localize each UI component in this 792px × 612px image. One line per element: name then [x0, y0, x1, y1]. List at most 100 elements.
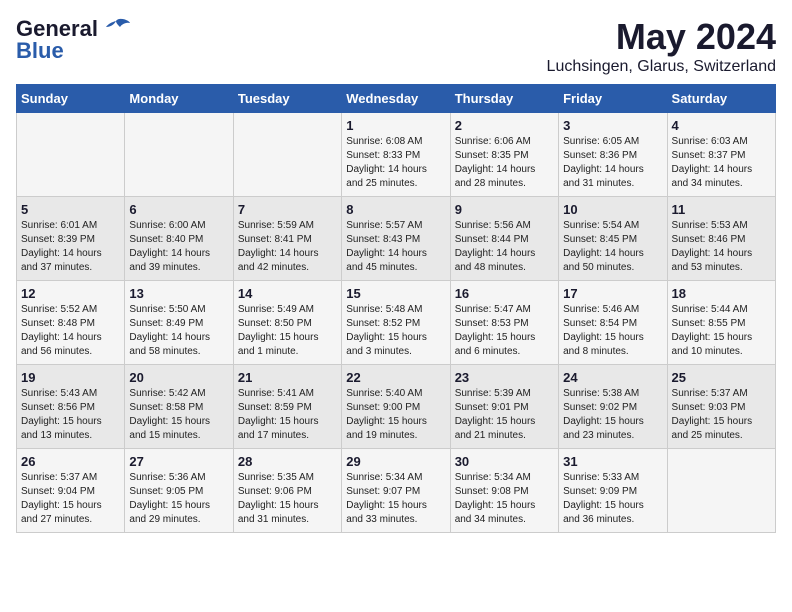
calendar-cell: 5 Sunrise: 6:01 AM Sunset: 8:39 PM Daylig… — [17, 197, 125, 281]
day-info: Sunrise: 6:00 AM Sunset: 8:40 PM Dayligh… — [129, 219, 228, 275]
day-number: 18 — [672, 286, 771, 301]
day-info: Sunrise: 5:50 AM Sunset: 8:49 PM Dayligh… — [129, 303, 228, 359]
day-info: Sunrise: 5:48 AM Sunset: 8:52 PM Dayligh… — [346, 303, 445, 359]
day-info: Sunrise: 5:47 AM Sunset: 8:53 PM Dayligh… — [455, 303, 554, 359]
calendar-cell: 25Sunrise: 5:37 AM Sunset: 9:03 PM Dayli… — [667, 365, 775, 449]
calendar-cell: 21Sunrise: 5:41 AM Sunset: 8:59 PM Dayli… — [233, 365, 341, 449]
calendar-cell: 2 Sunrise: 6:06 AM Sunset: 8:35 PM Daylig… — [450, 113, 558, 197]
day-number: 31 — [563, 454, 662, 469]
day-number: 23 — [455, 370, 554, 385]
day-info: Sunrise: 5:56 AM Sunset: 8:44 PM Dayligh… — [455, 219, 554, 275]
day-info: Sunrise: 6:05 AM Sunset: 8:36 PM Dayligh… — [563, 135, 662, 191]
calendar-cell: 13 Sunrise: 5:50 AM Sunset: 8:49 PM Dayli… — [125, 281, 233, 365]
day-number: 17 — [563, 286, 662, 301]
calendar-cell: 7Sunrise: 5:59 AM Sunset: 8:41 PM Daylig… — [233, 197, 341, 281]
calendar-cell: 4Sunrise: 6:03 AM Sunset: 8:37 PM Daylig… — [667, 113, 775, 197]
day-number: 30 — [455, 454, 554, 469]
day-of-week-header: Sunday — [17, 85, 125, 113]
day-number: 27 — [129, 454, 228, 469]
logo-bird-icon — [102, 17, 130, 41]
day-info: Sunrise: 5:46 AM Sunset: 8:54 PM Dayligh… — [563, 303, 662, 359]
calendar-cell: 22 Sunrise: 5:40 AM Sunset: 9:00 PM Dayli… — [342, 365, 450, 449]
calendar-week-row: 1Sunrise: 6:08 AM Sunset: 8:33 PM Daylig… — [17, 113, 776, 197]
day-info: Sunrise: 5:39 AM Sunset: 9:01 PM Dayligh… — [455, 387, 554, 443]
calendar-header-row: SundayMondayTuesdayWednesdayThursdayFrid… — [17, 85, 776, 113]
calendar-week-row: 5 Sunrise: 6:01 AM Sunset: 8:39 PM Daylig… — [17, 197, 776, 281]
day-info: Sunrise: 5:35 AM Sunset: 9:06 PM Dayligh… — [238, 471, 337, 527]
calendar-cell: 16 Sunrise: 5:47 AM Sunset: 8:53 PM Dayli… — [450, 281, 558, 365]
day-number: 2 — [455, 118, 554, 133]
calendar-cell: 11Sunrise: 5:53 AM Sunset: 8:46 PM Dayli… — [667, 197, 775, 281]
day-info: Sunrise: 5:52 AM Sunset: 8:48 PM Dayligh… — [21, 303, 120, 359]
day-info: Sunrise: 6:03 AM Sunset: 8:37 PM Dayligh… — [672, 135, 771, 191]
day-of-week-header: Monday — [125, 85, 233, 113]
calendar-cell: 20 Sunrise: 5:42 AM Sunset: 8:58 PM Dayli… — [125, 365, 233, 449]
day-number: 28 — [238, 454, 337, 469]
day-number: 13 — [129, 286, 228, 301]
day-number: 25 — [672, 370, 771, 385]
day-of-week-header: Wednesday — [342, 85, 450, 113]
calendar-cell: 31 Sunrise: 5:33 AM Sunset: 9:09 PM Dayli… — [559, 449, 667, 533]
day-info: Sunrise: 5:38 AM Sunset: 9:02 PM Dayligh… — [563, 387, 662, 443]
day-number: 5 — [21, 202, 120, 217]
logo: General Blue — [16, 16, 130, 64]
day-number: 1 — [346, 118, 445, 133]
calendar-cell — [233, 113, 341, 197]
day-info: Sunrise: 6:06 AM Sunset: 8:35 PM Dayligh… — [455, 135, 554, 191]
day-number: 20 — [129, 370, 228, 385]
day-number: 15 — [346, 286, 445, 301]
day-number: 7 — [238, 202, 337, 217]
calendar-table: SundayMondayTuesdayWednesdayThursdayFrid… — [16, 84, 776, 533]
subtitle: Luchsingen, Glarus, Switzerland — [547, 58, 776, 76]
logo-blue-text: Blue — [16, 38, 64, 64]
day-info: Sunrise: 5:33 AM Sunset: 9:09 PM Dayligh… — [563, 471, 662, 527]
day-number: 24 — [563, 370, 662, 385]
day-info: Sunrise: 5:34 AM Sunset: 9:07 PM Dayligh… — [346, 471, 445, 527]
calendar-cell: 10Sunrise: 5:54 AM Sunset: 8:45 PM Dayli… — [559, 197, 667, 281]
day-number: 12 — [21, 286, 120, 301]
day-info: Sunrise: 5:57 AM Sunset: 8:43 PM Dayligh… — [346, 219, 445, 275]
calendar-cell: 6 Sunrise: 6:00 AM Sunset: 8:40 PM Daylig… — [125, 197, 233, 281]
day-of-week-header: Friday — [559, 85, 667, 113]
day-number: 3 — [563, 118, 662, 133]
day-of-week-header: Saturday — [667, 85, 775, 113]
day-info: Sunrise: 5:40 AM Sunset: 9:00 PM Dayligh… — [346, 387, 445, 443]
day-info: Sunrise: 5:54 AM Sunset: 8:45 PM Dayligh… — [563, 219, 662, 275]
day-number: 22 — [346, 370, 445, 385]
day-number: 16 — [455, 286, 554, 301]
day-info: Sunrise: 5:42 AM Sunset: 8:58 PM Dayligh… — [129, 387, 228, 443]
calendar-cell: 29Sunrise: 5:34 AM Sunset: 9:07 PM Dayli… — [342, 449, 450, 533]
calendar-cell: 30 Sunrise: 5:34 AM Sunset: 9:08 PM Dayli… — [450, 449, 558, 533]
calendar-cell: 28 Sunrise: 5:35 AM Sunset: 9:06 PM Dayli… — [233, 449, 341, 533]
calendar-cell — [667, 449, 775, 533]
day-number: 14 — [238, 286, 337, 301]
day-info: Sunrise: 5:53 AM Sunset: 8:46 PM Dayligh… — [672, 219, 771, 275]
day-number: 6 — [129, 202, 228, 217]
day-number: 19 — [21, 370, 120, 385]
day-of-week-header: Tuesday — [233, 85, 341, 113]
calendar-cell: 17 Sunrise: 5:46 AM Sunset: 8:54 PM Dayli… — [559, 281, 667, 365]
day-info: Sunrise: 5:41 AM Sunset: 8:59 PM Dayligh… — [238, 387, 337, 443]
calendar-week-row: 12 Sunrise: 5:52 AM Sunset: 8:48 PM Dayli… — [17, 281, 776, 365]
day-of-week-header: Thursday — [450, 85, 558, 113]
calendar-cell: 15 Sunrise: 5:48 AM Sunset: 8:52 PM Dayli… — [342, 281, 450, 365]
day-info: Sunrise: 5:43 AM Sunset: 8:56 PM Dayligh… — [21, 387, 120, 443]
calendar-cell — [125, 113, 233, 197]
calendar-cell: 12 Sunrise: 5:52 AM Sunset: 8:48 PM Dayli… — [17, 281, 125, 365]
calendar-cell: 9 Sunrise: 5:56 AM Sunset: 8:44 PM Daylig… — [450, 197, 558, 281]
day-info: Sunrise: 5:34 AM Sunset: 9:08 PM Dayligh… — [455, 471, 554, 527]
day-number: 9 — [455, 202, 554, 217]
main-title: May 2024 — [547, 16, 776, 58]
calendar-cell: 23 Sunrise: 5:39 AM Sunset: 9:01 PM Dayli… — [450, 365, 558, 449]
calendar-cell: 26Sunrise: 5:37 AM Sunset: 9:04 PM Dayli… — [17, 449, 125, 533]
calendar-cell: 24 Sunrise: 5:38 AM Sunset: 9:02 PM Dayli… — [559, 365, 667, 449]
day-info: Sunrise: 5:44 AM Sunset: 8:55 PM Dayligh… — [672, 303, 771, 359]
calendar-cell: 14Sunrise: 5:49 AM Sunset: 8:50 PM Dayli… — [233, 281, 341, 365]
calendar-week-row: 19 Sunrise: 5:43 AM Sunset: 8:56 PM Dayli… — [17, 365, 776, 449]
day-info: Sunrise: 6:01 AM Sunset: 8:39 PM Dayligh… — [21, 219, 120, 275]
title-block: May 2024 Luchsingen, Glarus, Switzerland — [547, 16, 776, 76]
calendar-cell: 19 Sunrise: 5:43 AM Sunset: 8:56 PM Dayli… — [17, 365, 125, 449]
page-header: General Blue May 2024 Luchsingen, Glarus… — [16, 16, 776, 76]
calendar-cell: 3 Sunrise: 6:05 AM Sunset: 8:36 PM Daylig… — [559, 113, 667, 197]
day-number: 8 — [346, 202, 445, 217]
